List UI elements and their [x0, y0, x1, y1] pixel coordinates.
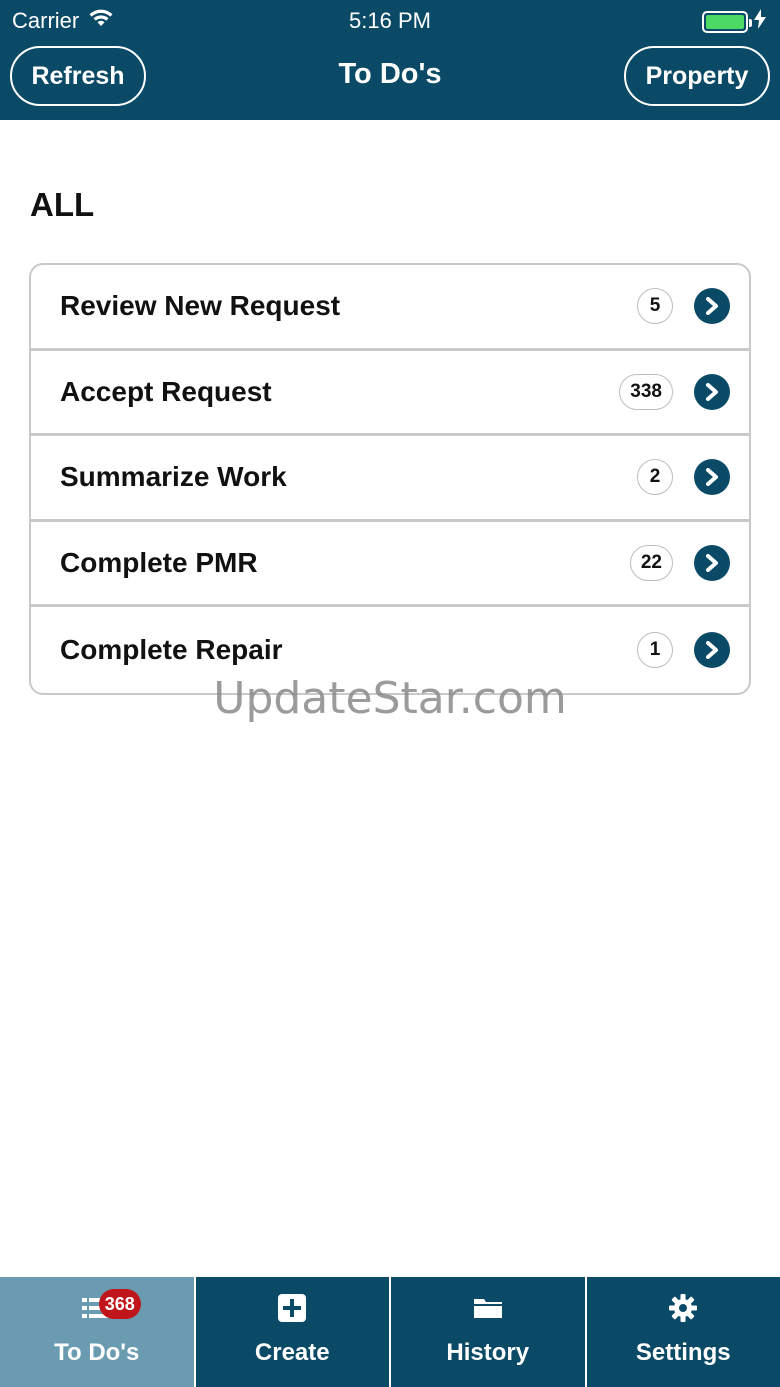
count-badge: 22 — [629, 544, 673, 581]
row-label: Complete PMR — [60, 546, 258, 578]
folder-icon — [468, 1293, 508, 1323]
tab-label: To Do's — [54, 1339, 140, 1366]
app-header: Carrier 5:16 PM Refresh To Do's Property — [0, 0, 780, 120]
todo-row-accept-request[interactable]: Accept Request 338 — [31, 351, 749, 436]
chevron-right-icon[interactable] — [694, 373, 730, 410]
count-badge: 2 — [637, 459, 673, 496]
battery-icon — [702, 10, 752, 33]
section-title: ALL — [30, 186, 95, 223]
row-label: Review New Request — [60, 290, 341, 322]
tab-label: History — [446, 1339, 530, 1366]
count-badge: 338 — [619, 373, 673, 410]
chevron-right-icon[interactable] — [694, 631, 730, 668]
battery-indicator — [702, 9, 766, 34]
tab-bar: 368 To Do's Create History Settings — [0, 1277, 780, 1387]
status-time: 5:16 PM — [349, 8, 431, 33]
property-button[interactable]: Property — [624, 46, 770, 106]
charging-bolt-icon — [754, 9, 766, 34]
row-label: Summarize Work — [60, 461, 287, 493]
watermark: UpdateStar.com — [213, 673, 567, 724]
todo-row-review-new-request[interactable]: Review New Request 5 — [31, 265, 749, 351]
gear-icon — [663, 1293, 703, 1323]
list-icon: 368 — [77, 1289, 141, 1323]
chevron-right-icon[interactable] — [694, 544, 730, 581]
chevron-right-icon[interactable] — [694, 288, 730, 325]
tab-create[interactable]: Create — [193, 1277, 390, 1387]
tab-label: Create — [254, 1339, 330, 1366]
notification-badge: 368 — [98, 1289, 141, 1319]
count-badge: 5 — [637, 288, 673, 325]
status-bar: Carrier 5:16 PM — [0, 0, 780, 40]
row-label: Complete Repair — [60, 633, 283, 665]
tab-todos[interactable]: 368 To Do's — [0, 1277, 194, 1387]
tab-label: Settings — [635, 1339, 731, 1366]
chevron-right-icon[interactable] — [694, 459, 730, 496]
todo-list: Review New Request 5 Accept Request 338 … — [29, 263, 751, 695]
tab-settings[interactable]: Settings — [584, 1277, 780, 1387]
todo-row-complete-pmr[interactable]: Complete PMR 22 — [31, 522, 749, 607]
count-badge: 1 — [637, 631, 673, 668]
tab-history[interactable]: History — [389, 1277, 585, 1387]
row-label: Accept Request — [60, 375, 272, 407]
plus-square-icon — [272, 1293, 312, 1323]
todo-row-summarize-work[interactable]: Summarize Work 2 — [31, 436, 749, 522]
